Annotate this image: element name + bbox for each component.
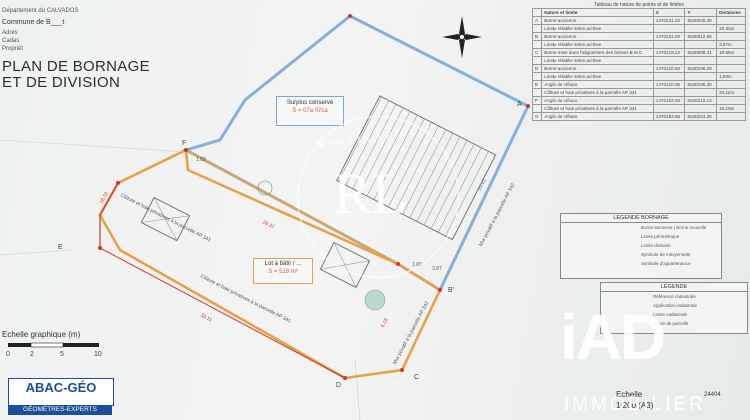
legend-bornage-item: Limite périmétrique: [641, 234, 680, 239]
legende-item: Application cadastrale: [653, 303, 698, 308]
legende-title: LEGENDE: [601, 283, 747, 292]
lot-label-box: Lot à bâtir / ... S = 518 m²: [253, 258, 313, 284]
dist-small: 1.00: [196, 157, 206, 163]
point-label-e: E: [58, 244, 63, 251]
legend-bornage-title: LEGENDE BORNAGE: [561, 214, 721, 223]
reference-number: 24404: [704, 392, 721, 398]
legende-item: Limite cadastrale: [653, 312, 688, 317]
rl-watermark: RL: [333, 161, 408, 226]
lot-area: S = 518 m²: [268, 269, 298, 275]
logo-subtitle: GÉOMÈTRES-EXPERTS: [8, 405, 112, 415]
scale-tick-10: 10: [94, 351, 102, 358]
scale-tick-5: 5: [60, 351, 64, 358]
surplus-label: Surplus conservé: [286, 100, 334, 106]
logo-name: ABAC-GÉO: [25, 380, 97, 395]
scale-tick-0: 0: [6, 351, 10, 358]
legend-bornage-item: Symbole d'appartenance: [641, 261, 691, 266]
legend-bornage-item: Borne ancienne | Borne nouvelle: [641, 225, 707, 230]
legende-item: Référence cadastrale: [653, 294, 696, 299]
scale-tick-2: 2: [30, 351, 34, 358]
point-label-d: D: [336, 382, 342, 389]
legende-item: Limite de parcelle: [653, 321, 689, 326]
legend-bornage: LEGENDE BORNAGE Borne ancienne | Borne n…: [560, 213, 722, 279]
legend-bornage-item: Limite divisaire: [641, 243, 671, 248]
abac-geo-logo: ABAC-GÉO: [8, 378, 114, 406]
iad-logo: iAD: [560, 301, 666, 373]
point-label-f: F: [182, 140, 187, 147]
scale-label: Echelle graphique (m): [2, 330, 81, 339]
point-label-c: C: [414, 374, 420, 381]
legend-bornage-item: Symbole de mitoyenneté: [641, 252, 691, 257]
plan-document: Département du CALVADOS Commune de B___t…: [0, 0, 750, 420]
point-label-bprime: B': [448, 287, 455, 294]
surplus-label-box: Surplus conservé S = 07a 07ca: [276, 96, 344, 126]
iad-logo-sub: IMMOBILIER: [564, 394, 706, 415]
dist-small2: 3.87: [432, 266, 442, 272]
surplus-area: S = 07a 07ca: [292, 108, 328, 114]
point-label-a: A: [517, 101, 522, 108]
lot-label: Lot à bâtir / ...: [264, 261, 302, 267]
scale-bar: [8, 342, 99, 348]
